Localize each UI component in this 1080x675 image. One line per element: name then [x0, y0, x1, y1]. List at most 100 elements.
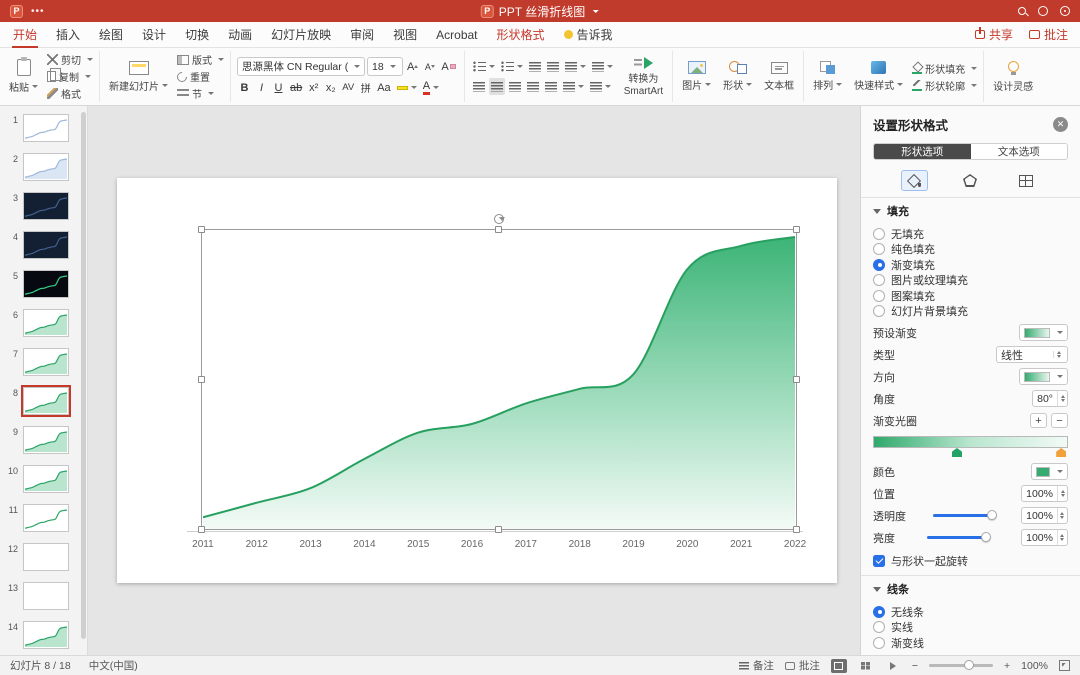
close-icon[interactable]: ✕ — [1053, 117, 1068, 132]
slideshow-button[interactable] — [885, 659, 901, 673]
font-name-combo[interactable]: 思源黑体 CN Regular (正... — [237, 57, 365, 76]
bold-button[interactable]: B — [237, 79, 252, 96]
slide-thumbnail-2[interactable]: 2 — [7, 153, 87, 181]
copy-button[interactable]: 复制 — [47, 68, 93, 84]
search-icon[interactable] — [1018, 7, 1026, 15]
slide[interactable]: 2011 2012 2013 2014 2015 2016 2017 2018 2019 2020… — [117, 178, 837, 583]
slide-thumbnail-8[interactable]: 8 — [7, 385, 87, 417]
thumbnail-preview[interactable] — [23, 465, 69, 493]
slide-indicator[interactable]: 幻灯片 8 / 18 — [10, 658, 71, 673]
effects-tab[interactable] — [956, 170, 984, 191]
panel-tab-shape-options[interactable]: 形状选项 — [874, 144, 971, 159]
slide-thumbnail-5[interactable]: 5 — [7, 270, 87, 298]
numbering-button[interactable] — [499, 58, 525, 75]
thumbnails-scrollbar[interactable] — [81, 112, 86, 640]
paste-button[interactable]: 粘贴 — [6, 51, 41, 103]
color-dropdown[interactable] — [1031, 463, 1068, 480]
fit-to-window-icon[interactable] — [1059, 660, 1070, 671]
radio-picture-texture-fill[interactable]: 图片或纹理填充 — [873, 273, 1068, 289]
editing-canvas[interactable]: 2011 2012 2013 2014 2015 2016 2017 2018 2019 2020… — [88, 106, 860, 655]
brightness-stepper[interactable]: 100% — [1021, 529, 1068, 546]
zoom-level[interactable]: 100% — [1021, 660, 1048, 672]
distribute-button[interactable] — [543, 78, 559, 95]
decrease-font-button[interactable]: A — [422, 58, 437, 75]
thumbnail-preview[interactable] — [23, 231, 69, 259]
tab-view[interactable]: 视图 — [392, 21, 418, 48]
checkbox-checked-icon[interactable] — [873, 555, 885, 567]
strikethrough-button[interactable]: ab — [288, 79, 304, 96]
new-slide-button[interactable]: 新建幻灯片 — [106, 51, 171, 103]
preset-gradient-dropdown[interactable] — [1019, 324, 1068, 341]
slide-thumbnail-12[interactable]: 12 — [7, 543, 87, 571]
zoom-knob[interactable] — [964, 660, 975, 670]
thumbnail-preview[interactable] — [23, 114, 69, 142]
tab-design[interactable]: 设计 — [141, 21, 167, 48]
stepper-up-icon[interactable] — [1060, 394, 1065, 398]
brightness-slider[interactable] — [927, 532, 992, 542]
section-button[interactable]: 节 — [177, 86, 224, 101]
character-spacing-button[interactable]: AV — [340, 79, 356, 96]
stepper-up-icon[interactable] — [1060, 489, 1065, 493]
stepper-down-icon[interactable] — [1060, 494, 1065, 498]
slide-thumbnail-9[interactable]: 9 — [7, 426, 87, 454]
thumbnail-preview[interactable] — [23, 543, 69, 571]
radio-solid-fill[interactable]: 纯色填充 — [873, 242, 1068, 258]
font-color-button[interactable]: A — [421, 79, 441, 96]
stepper-up-icon[interactable] — [1060, 533, 1065, 537]
arrange-button[interactable]: 排列 — [810, 51, 845, 103]
stepper-down-icon[interactable] — [1056, 355, 1061, 359]
stepper-down-icon[interactable] — [1060, 399, 1065, 403]
thumbnail-preview[interactable] — [23, 582, 69, 610]
area-chart-shape[interactable] — [203, 229, 797, 532]
panel-tab-text-options[interactable]: 文本选项 — [970, 144, 1067, 159]
tab-review[interactable]: 审阅 — [349, 21, 375, 48]
slide-thumbnail-4[interactable]: 4 — [7, 231, 87, 259]
stepper-up-icon[interactable] — [1060, 511, 1065, 515]
format-painter-button[interactable]: 格式 — [47, 86, 93, 101]
transparency-stepper[interactable]: 100% — [1021, 507, 1068, 524]
slide-sorter-view-button[interactable] — [858, 659, 874, 673]
smartart-button[interactable]: 转换为 SmartArt — [621, 51, 666, 103]
layout-button[interactable]: 版式 — [177, 52, 224, 67]
phonetic-guide-button[interactable]: 拼 — [358, 79, 373, 96]
underline-button[interactable]: U — [271, 79, 286, 96]
zoom-out-button[interactable]: − — [912, 660, 918, 672]
radio-no-line[interactable]: 无线条 — [873, 604, 1068, 620]
stepper-up-icon[interactable] — [1056, 350, 1061, 354]
textbox-button[interactable]: 文本框 — [761, 51, 797, 103]
size-properties-tab[interactable] — [1012, 170, 1040, 191]
align-right-button[interactable] — [507, 78, 523, 95]
remove-gradient-stop-button[interactable]: − — [1051, 413, 1068, 428]
thumbnail-preview[interactable] — [23, 426, 69, 454]
shapes-button[interactable]: 形状 — [720, 51, 755, 103]
thumbnail-preview[interactable] — [23, 348, 69, 376]
italic-button[interactable]: I — [254, 79, 269, 96]
slide-thumbnail-1[interactable]: 1 — [7, 114, 87, 142]
thumbnail-preview[interactable] — [23, 270, 69, 298]
shape-outline-button[interactable]: 形状轮廓 — [912, 78, 978, 93]
picture-button[interactable]: 图片 — [679, 51, 714, 103]
radio-no-fill[interactable]: 无填充 — [873, 226, 1068, 242]
slide-thumbnail-10[interactable]: 10 — [7, 465, 87, 493]
line-section-header[interactable]: 线条 — [861, 575, 1080, 599]
thumbnail-preview[interactable] — [21, 385, 71, 417]
radio-gradient-fill[interactable]: 渐变填充 — [873, 257, 1068, 273]
fill-section-header[interactable]: 填充 — [861, 197, 1080, 221]
slider-knob[interactable] — [986, 510, 997, 520]
zoom-in-button[interactable]: + — [1004, 660, 1010, 672]
direction-dropdown[interactable] — [1019, 368, 1068, 385]
subscript-button[interactable]: x₂ — [323, 79, 338, 96]
shape-fill-button[interactable]: 形状填充 — [912, 61, 978, 76]
comments-button[interactable]: 批注 — [1028, 26, 1068, 43]
tab-animations[interactable]: 动画 — [227, 21, 253, 48]
tab-slideshow[interactable]: 幻灯片放映 — [270, 21, 332, 48]
bullets-button[interactable] — [471, 58, 497, 75]
text-direction-button[interactable] — [561, 78, 586, 95]
slide-thumbnail-7[interactable]: 7 — [7, 348, 87, 376]
radio-slide-background-fill[interactable]: 幻灯片背景填充 — [873, 304, 1068, 320]
tab-draw[interactable]: 绘图 — [98, 21, 124, 48]
tab-insert[interactable]: 插入 — [55, 21, 81, 48]
change-case-button[interactable]: Aa — [375, 79, 392, 96]
cut-button[interactable]: 剪切 — [47, 52, 93, 67]
window-menu-icon[interactable]: ••• — [31, 6, 45, 17]
